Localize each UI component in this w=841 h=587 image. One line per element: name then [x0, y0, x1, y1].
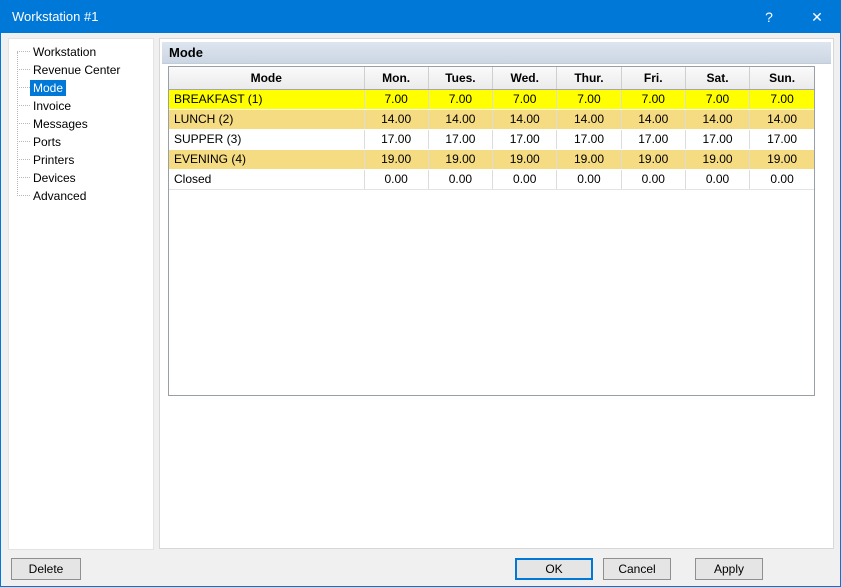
- apply-button[interactable]: Apply: [695, 558, 763, 580]
- cancel-button[interactable]: Cancel: [603, 558, 671, 580]
- schedule-cell[interactable]: 17.00: [557, 129, 621, 149]
- sidebar-item-messages[interactable]: Messages: [9, 115, 153, 133]
- schedule-cell[interactable]: 14.00: [750, 109, 814, 129]
- tree-connector: [17, 115, 30, 124]
- table-header-row: ModeMon.Tues.Wed.Thur.Fri.Sat.Sun.: [169, 67, 814, 89]
- schedule-cell[interactable]: 0.00: [621, 169, 685, 189]
- sidebar-item-advanced[interactable]: Advanced: [9, 187, 153, 205]
- column-header-sat: Sat.: [685, 67, 749, 89]
- table-row: EVENING (4)19.0019.0019.0019.0019.0019.0…: [169, 149, 814, 169]
- schedule-cell[interactable]: 7.00: [557, 89, 621, 109]
- schedule-cell[interactable]: 19.00: [557, 149, 621, 169]
- mode-cell[interactable]: SUPPER (3): [169, 129, 364, 149]
- schedule-cell[interactable]: 17.00: [685, 129, 749, 149]
- mode-schedule-table: ModeMon.Tues.Wed.Thur.Fri.Sat.Sun. BREAK…: [169, 67, 814, 190]
- mode-cell[interactable]: BREAKFAST (1): [169, 89, 364, 109]
- sidebar-item-devices[interactable]: Devices: [9, 169, 153, 187]
- close-button[interactable]: ✕: [802, 1, 832, 33]
- tree-connector: [17, 169, 30, 178]
- column-header-fri: Fri.: [621, 67, 685, 89]
- sidebar-item-workstation[interactable]: Workstation: [9, 43, 153, 61]
- schedule-cell[interactable]: 7.00: [685, 89, 749, 109]
- schedule-cell[interactable]: 14.00: [364, 109, 428, 129]
- tree-connector: [17, 97, 30, 106]
- tree-connector: [17, 61, 30, 70]
- schedule-cell[interactable]: 0.00: [428, 169, 492, 189]
- schedule-cell[interactable]: 19.00: [364, 149, 428, 169]
- sidebar-item-label: Mode: [30, 80, 66, 96]
- tree-connector: [17, 79, 30, 88]
- schedule-cell[interactable]: 7.00: [364, 89, 428, 109]
- sidebar-item-label: Printers: [30, 152, 77, 168]
- sidebar-item-label: Messages: [30, 116, 91, 132]
- mode-cell[interactable]: Closed: [169, 169, 364, 189]
- tree-connector: [17, 187, 30, 196]
- schedule-cell[interactable]: 14.00: [493, 109, 557, 129]
- sidebar-item-printers[interactable]: Printers: [9, 151, 153, 169]
- help-icon: ?: [765, 9, 773, 25]
- schedule-cell[interactable]: 7.00: [750, 89, 814, 109]
- column-header-sun: Sun.: [750, 67, 814, 89]
- column-header-mode: Mode: [169, 67, 364, 89]
- column-header-mon: Mon.: [364, 67, 428, 89]
- close-icon: ✕: [811, 9, 823, 25]
- window-title: Workstation #1: [12, 1, 98, 33]
- schedule-cell[interactable]: 0.00: [750, 169, 814, 189]
- schedule-cell[interactable]: 17.00: [364, 129, 428, 149]
- schedule-cell[interactable]: 7.00: [428, 89, 492, 109]
- schedule-cell[interactable]: 0.00: [364, 169, 428, 189]
- page-title: Mode: [162, 42, 831, 64]
- column-header-thur: Thur.: [557, 67, 621, 89]
- schedule-cell[interactable]: 19.00: [493, 149, 557, 169]
- schedule-cell[interactable]: 7.00: [621, 89, 685, 109]
- table-row: LUNCH (2)14.0014.0014.0014.0014.0014.001…: [169, 109, 814, 129]
- mode-cell[interactable]: LUNCH (2): [169, 109, 364, 129]
- sidebar-item-label: Devices: [30, 170, 79, 186]
- table-row: BREAKFAST (1)7.007.007.007.007.007.007.0…: [169, 89, 814, 109]
- dialog-window: Workstation #1 ? ✕ Workstation Revenue Ce…: [0, 0, 841, 587]
- sidebar-item-ports[interactable]: Ports: [9, 133, 153, 151]
- sidebar-item-label: Ports: [30, 134, 64, 150]
- schedule-cell[interactable]: 19.00: [428, 149, 492, 169]
- sidebar-item-invoice[interactable]: Invoice: [9, 97, 153, 115]
- sidebar-item-mode[interactable]: Mode: [9, 79, 153, 97]
- schedule-cell[interactable]: 17.00: [621, 129, 685, 149]
- schedule-cell[interactable]: 14.00: [685, 109, 749, 129]
- schedule-cell[interactable]: 19.00: [750, 149, 814, 169]
- ok-button[interactable]: OK: [515, 558, 593, 580]
- sidebar-item-revenue-center[interactable]: Revenue Center: [9, 61, 153, 79]
- schedule-grid: ModeMon.Tues.Wed.Thur.Fri.Sat.Sun. BREAK…: [168, 66, 815, 396]
- table-row: Closed0.000.000.000.000.000.000.00: [169, 169, 814, 189]
- schedule-cell[interactable]: 14.00: [621, 109, 685, 129]
- schedule-cell[interactable]: 14.00: [428, 109, 492, 129]
- schedule-cell[interactable]: 17.00: [493, 129, 557, 149]
- schedule-cell[interactable]: 0.00: [685, 169, 749, 189]
- sidebar-item-list: Workstation Revenue Center Mode Invoice Mess…: [9, 43, 153, 205]
- delete-button[interactable]: Delete: [11, 558, 81, 580]
- main-panel: Mode ModeMon.Tues.Wed.Thur.Fri.Sat.Sun. …: [159, 38, 834, 549]
- column-header-tues: Tues.: [428, 67, 492, 89]
- schedule-cell[interactable]: 0.00: [493, 169, 557, 189]
- mode-cell[interactable]: EVENING (4): [169, 149, 364, 169]
- schedule-cell[interactable]: 19.00: [621, 149, 685, 169]
- tree-connector: [17, 43, 30, 52]
- sidebar-item-label: Advanced: [30, 188, 89, 204]
- schedule-cell[interactable]: 14.00: [557, 109, 621, 129]
- sidebar-item-label: Workstation: [30, 44, 99, 60]
- schedule-cell[interactable]: 17.00: [750, 129, 814, 149]
- title-bar: Workstation #1 ? ✕: [1, 1, 840, 33]
- schedule-cell[interactable]: 0.00: [557, 169, 621, 189]
- tree-connector: [17, 151, 30, 160]
- tree-connector: [17, 133, 30, 142]
- sidebar-tree: Workstation Revenue Center Mode Invoice Mess…: [8, 38, 154, 550]
- column-header-wed: Wed.: [493, 67, 557, 89]
- help-button[interactable]: ?: [754, 1, 784, 33]
- schedule-cell[interactable]: 19.00: [685, 149, 749, 169]
- sidebar-item-label: Invoice: [30, 98, 74, 114]
- schedule-cell[interactable]: 7.00: [493, 89, 557, 109]
- table-row: SUPPER (3)17.0017.0017.0017.0017.0017.00…: [169, 129, 814, 149]
- sidebar-item-label: Revenue Center: [30, 62, 123, 78]
- schedule-cell[interactable]: 17.00: [428, 129, 492, 149]
